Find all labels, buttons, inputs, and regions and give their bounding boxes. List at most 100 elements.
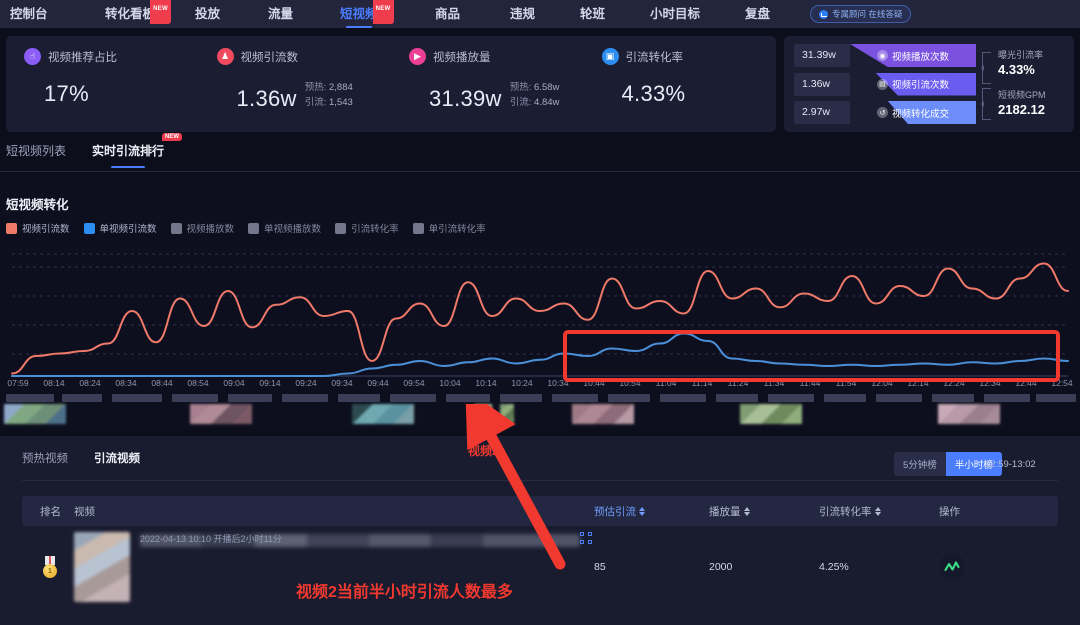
traffic-count-icon: ▤: [877, 79, 888, 90]
legend-item-3[interactable]: 单视频播放数: [248, 221, 321, 235]
timeline-bar-6: [338, 394, 380, 402]
timeline-thumbnail-3[interactable]: [500, 404, 514, 424]
funnel-bar-label: ◉视频播放次数: [877, 49, 949, 63]
table-col-label: 操作: [939, 504, 960, 519]
x-tick-16: 10:44: [583, 378, 604, 388]
timeline-thumbnail-5[interactable]: [740, 404, 802, 424]
nav-item-5[interactable]: 商品: [435, 0, 460, 28]
nav-item-8[interactable]: 小时目标: [650, 0, 700, 28]
legend-item-5[interactable]: 单引流转化率: [413, 221, 486, 235]
kpi-body: 1.36w预热: 2,884引流: 1,543: [217, 81, 392, 112]
timeline-bar-9: [500, 394, 542, 402]
legend-label: 引流转化率: [351, 221, 399, 235]
nav-item-7[interactable]: 轮班: [580, 0, 605, 28]
nav-item-1[interactable]: 转化看板NEW: [105, 0, 155, 28]
ranking-sub-tabs: 预热视频 引流视频: [22, 450, 140, 474]
legend-label: 单视频引流数: [100, 221, 157, 235]
tab-1[interactable]: 实时引流排行NEW: [92, 142, 164, 167]
nav-item-4[interactable]: 短视频NEW: [340, 0, 378, 28]
action-cell: [939, 554, 1058, 580]
legend-item-4[interactable]: 引流转化率: [335, 221, 399, 235]
timeline-bar-11: [608, 394, 650, 402]
timeline-bar-2: [112, 394, 162, 402]
play-count-icon: ◉: [877, 50, 888, 61]
legend-label: 视频引流数: [22, 221, 70, 235]
tab-0[interactable]: 短视频列表: [6, 142, 66, 167]
table-row: 12022-04-13 10:10 开播后2小时11分8520004.25%: [22, 526, 1058, 608]
ranking-sub-tab-1[interactable]: 引流视频: [94, 450, 140, 474]
annotation-video2-callout: 视频2当前半小时引流人数最多: [296, 578, 513, 602]
timeline-bar-18: [984, 394, 1030, 402]
kpi-sub-value: 6.58w: [534, 82, 559, 93]
legend-swatch: [413, 223, 424, 234]
consultant-pill[interactable]: 专属顾问 在线答疑: [810, 5, 911, 23]
x-tick-6: 09:04: [223, 378, 244, 388]
ranking-sub-tab-label: 预热视频: [22, 453, 68, 465]
kpi-sub-value: 4.84w: [534, 97, 559, 108]
sort-arrows-icon[interactable]: [744, 507, 750, 516]
video-thumbnail[interactable]: [74, 532, 130, 602]
legend-swatch: [6, 223, 17, 234]
x-tick-23: 11:54: [836, 378, 857, 388]
kpi-sub-label: 预热:: [510, 82, 532, 93]
kpi-sub-0: 预热: 2,884: [305, 81, 353, 96]
funnel-value: 1.36w: [794, 73, 850, 96]
table-col-header-3[interactable]: 播放量: [709, 504, 819, 519]
conversion-icon: ▣: [602, 48, 619, 65]
video-meta: 2022-04-13 10:10 开播后2小时11分: [140, 532, 282, 545]
funnel-rows: 31.39w◉视频播放次数1.36w▤视频引流次数2.97w↺视频转化成交: [794, 44, 976, 124]
nav-new-badge: NEW: [373, 0, 394, 24]
legend-item-0[interactable]: 视频引流数: [6, 221, 70, 235]
nav-item-0[interactable]: 控制台: [10, 0, 48, 28]
kpi-subvalues: 预热: 2,884引流: 1,543: [305, 81, 353, 112]
video-text: 2022-04-13 10:10 开播后2小时11分: [140, 532, 580, 547]
chart-plot: [0, 246, 1080, 378]
timeline-bar-10: [552, 394, 598, 402]
timeline-thumbnail-0[interactable]: [4, 404, 66, 424]
timeline-bar-12: [660, 394, 706, 402]
segment-0[interactable]: 5分钟榜: [894, 452, 946, 476]
x-tick-20: 11:24: [728, 378, 749, 388]
legend-item-1[interactable]: 单视频引流数: [84, 221, 157, 235]
timeline-thumbnail-6[interactable]: [938, 404, 1000, 424]
legend-label: 单引流转化率: [429, 221, 486, 235]
table-col-header-2[interactable]: 预估引流: [594, 504, 709, 519]
timeline-thumbnail-4[interactable]: [572, 404, 634, 424]
table-col-header-4[interactable]: 引流转化率: [819, 504, 939, 519]
timeline-thumbnail-1[interactable]: [190, 404, 252, 424]
funnel-row-1: 1.36w▤视频引流次数: [794, 73, 976, 96]
kpi-header: ▶视频播放量: [409, 48, 584, 65]
kpi-header: ☝视频推荐占比: [24, 48, 199, 65]
funnel-row-0: 31.39w◉视频播放次数: [794, 44, 976, 67]
kpi-sub-label: 引流:: [510, 97, 532, 108]
kpi-title: 视频播放量: [433, 49, 491, 65]
x-tick-19: 11:14: [692, 378, 713, 388]
funnel-brace-top: [982, 52, 991, 84]
trend-chart-icon[interactable]: [939, 554, 965, 580]
timeline-thumbnail-selected[interactable]: [474, 404, 492, 424]
nav-item-2[interactable]: 投放: [195, 0, 220, 28]
timeline-thumbnail-2[interactable]: [352, 404, 414, 424]
ranking-sub-tab-0[interactable]: 预热视频: [22, 450, 68, 474]
sort-arrows-icon[interactable]: [639, 507, 645, 516]
nav-item-label: 流量: [268, 7, 293, 21]
nav-item-9[interactable]: 复盘: [745, 0, 770, 28]
app-root: 控制台 转化看板NEW 投放 流量 短视频NEW 商品 违规 轮班 小时目标 复盘 专属顾问 在线答…: [0, 0, 1080, 625]
table-col-label: 预估引流: [594, 504, 636, 519]
sort-arrows-icon[interactable]: [875, 507, 881, 516]
x-tick-3: 08:34: [115, 378, 136, 388]
video-timeline-strip: ✓: [0, 394, 1080, 424]
top-navigation: 控制台 转化看板NEW 投放 流量 短视频NEW 商品 违规 轮班 小时目标 复盘 专属顾问 在线答…: [0, 0, 1080, 28]
nav-item-6[interactable]: 违规: [510, 0, 535, 28]
ranking-sub-tab-label: 引流视频: [94, 453, 140, 465]
x-tick-24: 12:04: [871, 378, 892, 388]
series-line-single-video-traffic: [12, 334, 1068, 377]
nav-new-badge: NEW: [150, 0, 171, 24]
nav-item-3[interactable]: 流量: [268, 0, 293, 28]
qr-code-icon[interactable]: [580, 532, 592, 544]
x-tick-7: 09:14: [259, 378, 280, 388]
thumbs-up-icon: ☝: [24, 48, 41, 65]
timeline-bar-5: [282, 394, 328, 402]
nav-item-label: 违规: [510, 7, 535, 21]
legend-item-2[interactable]: 视频播放数: [171, 221, 235, 235]
